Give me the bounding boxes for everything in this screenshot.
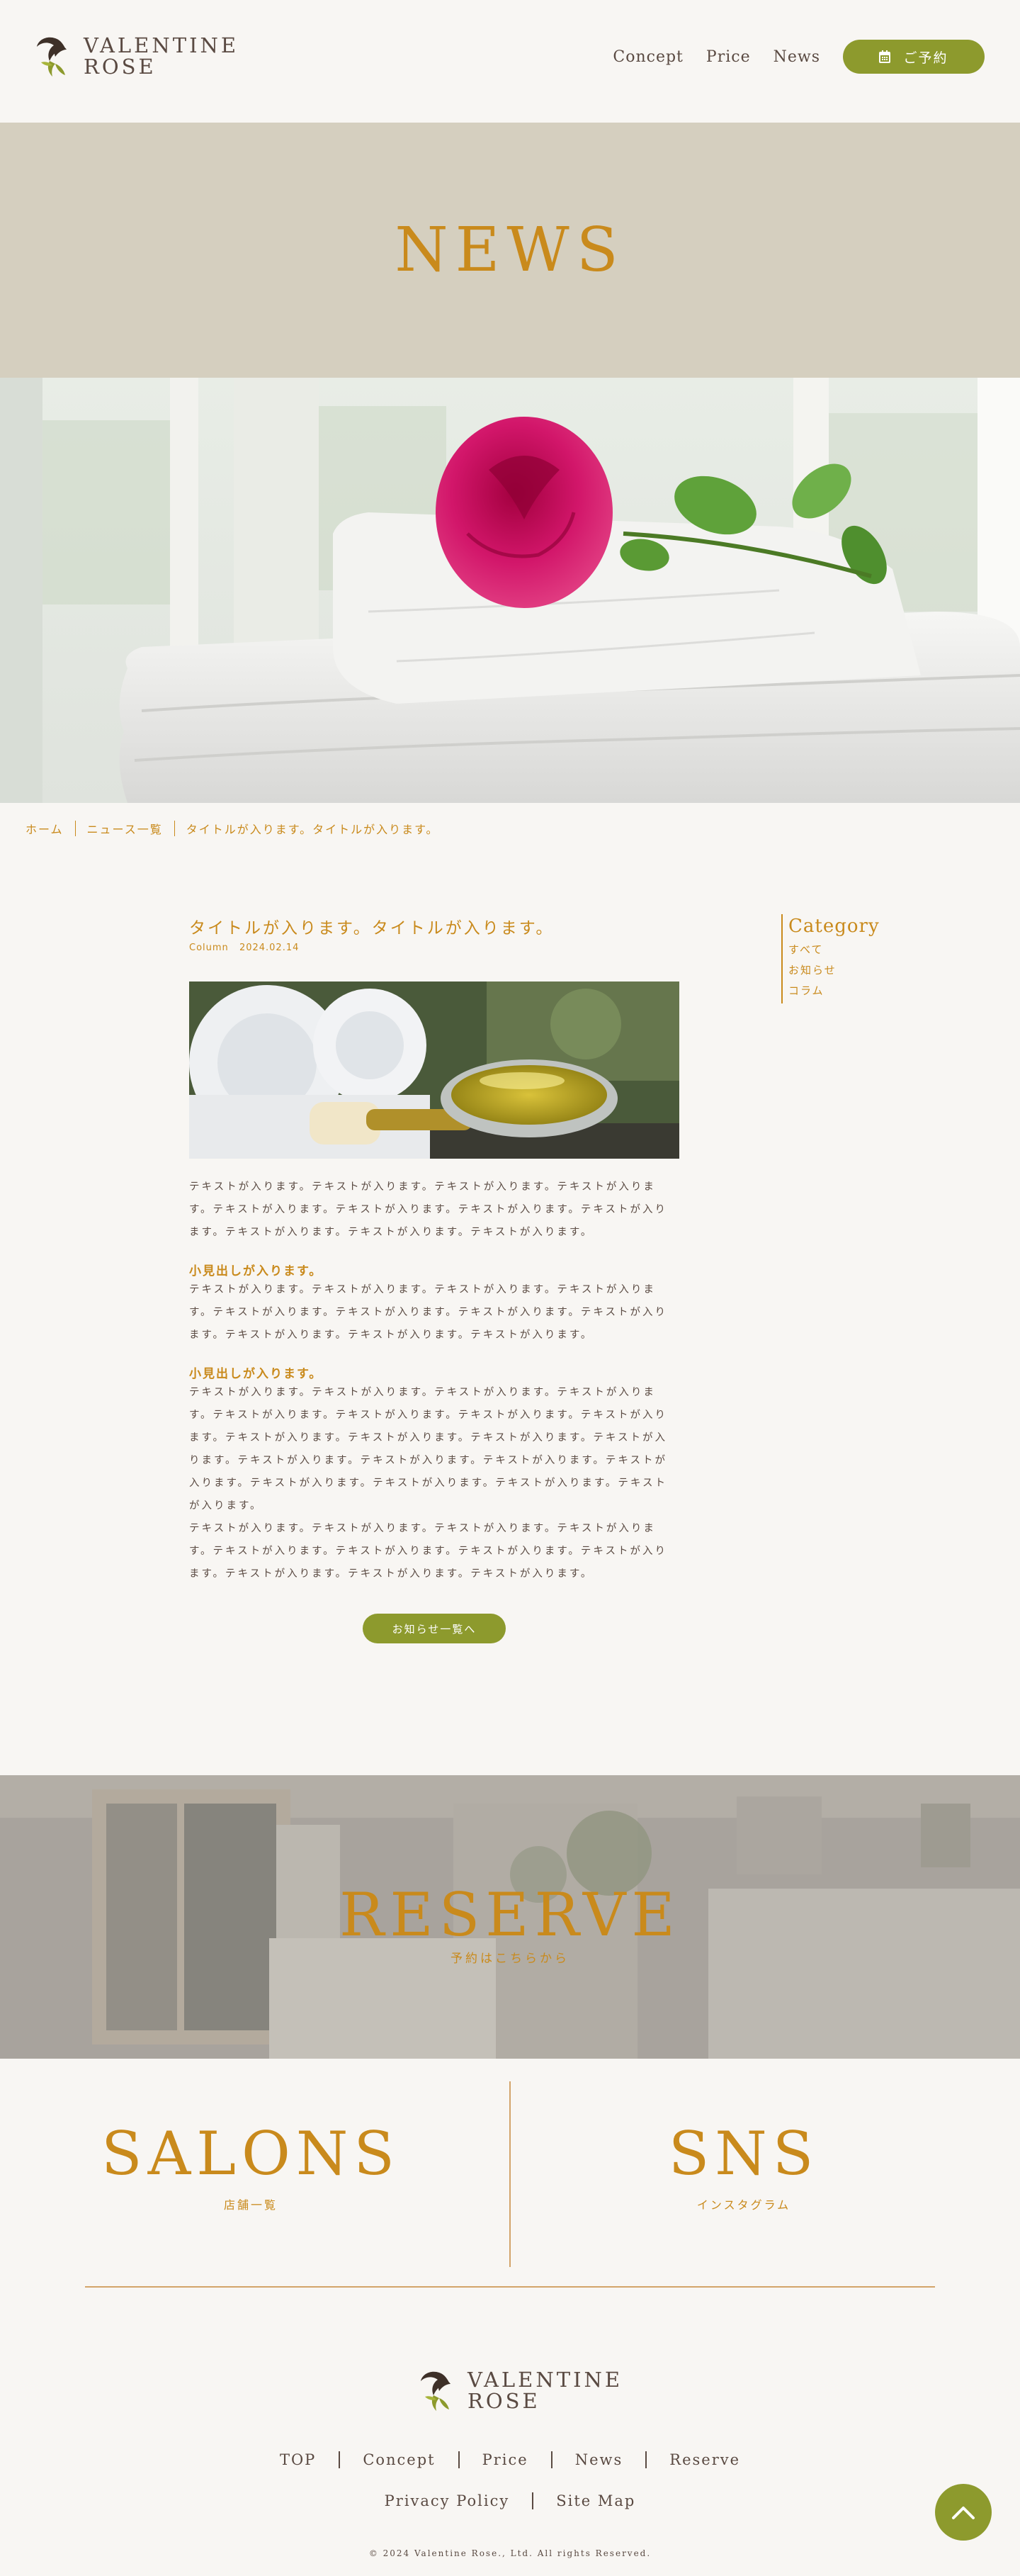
sns-subtitle: インスタグラム	[696, 2198, 791, 2212]
news-article: タイトルが入ります。タイトルが入ります。 Column 2024.02.14 テ…	[189, 914, 679, 1643]
site-header: VALENTINE ROSE Concept Price News ご予約	[0, 0, 1020, 123]
salons-link[interactable]: SALONS 店舗一覧	[85, 2119, 416, 2212]
category-column[interactable]: コラム	[788, 981, 880, 1001]
article-paragraph-4: テキストが入ります。テキストが入ります。テキストが入ります。テキストが入ります。…	[189, 1523, 667, 1580]
reserve-subtitle: 予約はこちらから	[450, 1952, 570, 1966]
article-meta: Column 2024.02.14	[189, 943, 679, 953]
nav-price[interactable]: Price	[706, 48, 751, 66]
article-paragraph-3: テキストが入ります。テキストが入ります。テキストが入ります。テキストが入ります。…	[189, 1387, 667, 1512]
salons-subtitle: 店舗一覧	[223, 2198, 278, 2212]
brand-line2: ROSE	[84, 55, 157, 79]
reserve-button[interactable]: ご予約	[843, 40, 985, 74]
footer-nav-separator	[532, 2492, 534, 2509]
article-subheading-2: 小見出しが入ります。	[189, 1367, 323, 1381]
hero-image	[0, 378, 1020, 803]
footer-nav-separator	[550, 2451, 552, 2468]
sns-title: SNS	[668, 2119, 820, 2188]
page-hero: NEWS	[0, 123, 1020, 378]
footer-nav-secondary: Privacy Policy Site Map	[0, 2492, 1020, 2509]
copyright: © 2024 Valentine Rose., Ltd. All rights …	[368, 2548, 652, 2558]
horizontal-divider	[85, 2286, 935, 2288]
article-paragraph-1: テキストが入ります。テキストが入ります。テキストが入ります。テキストが入ります。…	[189, 1181, 667, 1238]
category-list: すべて お知らせ コラム	[788, 940, 880, 1001]
breadcrumb-separator	[174, 821, 175, 836]
chevron-up-icon	[952, 2507, 975, 2519]
rose-logo-icon	[421, 2371, 450, 2411]
calendar-icon	[879, 50, 891, 63]
footer-nav-primary: TOP Concept Price News Reserve	[0, 2451, 1020, 2468]
brand-line1: VALENTINE	[84, 33, 239, 57]
nav-news[interactable]: News	[774, 48, 820, 66]
breadcrumb: ホーム ニュース一覧 タイトルが入ります。タイトルが入ります。	[26, 820, 439, 837]
footer-nav-privacy[interactable]: Privacy Policy	[385, 2492, 510, 2509]
breadcrumb-home[interactable]: ホーム	[26, 820, 64, 837]
article-title: タイトルが入ります。タイトルが入ります。	[189, 919, 555, 938]
breadcrumb-news-list[interactable]: ニュース一覧	[87, 820, 163, 837]
footer-nav-concept[interactable]: Concept	[363, 2451, 435, 2468]
footer-nav-separator	[339, 2451, 341, 2468]
brand-wordmark: VALENTINE ROSE	[84, 33, 239, 79]
article-date: 2024.02.14	[239, 943, 300, 953]
article-image	[189, 982, 679, 1159]
reserve-button-label: ご予約	[903, 50, 948, 66]
footer-brand-line1: VALENTINE	[468, 2367, 623, 2392]
category-notice[interactable]: お知らせ	[788, 960, 880, 981]
article-subheading-1: 小見出しが入ります。	[189, 1264, 323, 1278]
breadcrumb-current: タイトルが入ります。タイトルが入ります。	[186, 823, 439, 836]
footer-nav-separator	[645, 2451, 647, 2468]
footer-nav-top[interactable]: TOP	[280, 2451, 316, 2468]
article-category: Column	[189, 943, 229, 953]
footer-wordmark: VALENTINE ROSE	[468, 2367, 623, 2413]
category-all[interactable]: すべて	[788, 940, 880, 960]
footer-nav-news[interactable]: News	[575, 2451, 623, 2468]
footer-nav-reserve[interactable]: Reserve	[669, 2451, 740, 2468]
main-nav: Concept Price News ご予約	[613, 40, 985, 74]
reserve-banner[interactable]: RESERVE 予約はこちらから	[0, 1775, 1020, 2059]
back-to-top-button[interactable]	[935, 2484, 992, 2541]
salons-title: SALONS	[101, 2119, 400, 2188]
breadcrumb-separator	[74, 821, 76, 836]
footer-nav-separator	[458, 2451, 460, 2468]
rose-logo-icon	[37, 37, 67, 77]
article-paragraph-2: テキストが入ります。テキストが入ります。テキストが入ります。テキストが入ります。…	[189, 1284, 667, 1341]
footer-logo[interactable]: VALENTINE ROSE	[418, 2367, 623, 2414]
back-to-news-button[interactable]: お知らせ一覧へ	[363, 1614, 506, 1643]
nav-concept[interactable]: Concept	[613, 48, 684, 66]
sns-link[interactable]: SNS インスタグラム	[510, 2119, 978, 2212]
category-sidebar: Category すべて お知らせ コラム	[781, 914, 880, 1003]
footer-nav-price[interactable]: Price	[482, 2451, 528, 2468]
footer-brand-line2: ROSE	[468, 2389, 540, 2413]
brand-logo[interactable]: VALENTINE ROSE	[34, 33, 239, 79]
reserve-title: RESERVE	[339, 1880, 681, 1950]
category-title: Category	[788, 916, 880, 937]
page-title: NEWS	[395, 215, 625, 286]
footer-nav-sitemap[interactable]: Site Map	[556, 2492, 635, 2509]
